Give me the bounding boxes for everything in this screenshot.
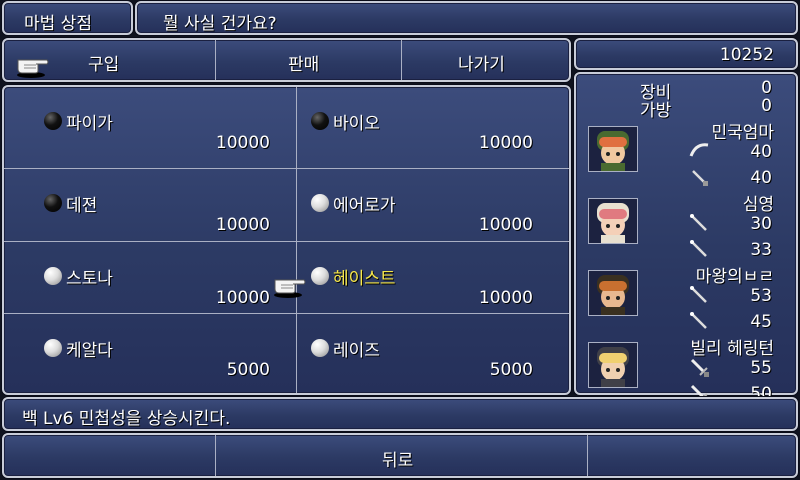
item-slot[interactable]: 케알다 5000	[4, 314, 296, 386]
description-window: 백 Lv6 민첩성을 상승시킨다.	[2, 397, 798, 431]
sell-button[interactable]: 판매	[216, 40, 401, 80]
item-slot[interactable]: 데젼 10000	[4, 169, 296, 241]
selection-cursor-icon	[274, 279, 306, 298]
item-slot[interactable]: 레이즈 5000	[297, 314, 567, 386]
item-name: 파이가	[66, 114, 113, 134]
item-name: 바이오	[333, 114, 380, 134]
white-magic-orb-icon	[44, 339, 62, 357]
black-magic-orb-icon	[44, 112, 62, 130]
bag-count: 0	[761, 96, 772, 116]
command-menu: 구입 판매 나가기	[2, 38, 571, 82]
bottom-bar: 뒤로	[2, 433, 798, 478]
party-panel: 장비 0 가방 0 민국엄마 40 40 심영 30 33 마왕의ㅂㄹ 53 45 빌리 헤링턴 5…	[574, 72, 798, 404]
buy-button[interactable]: 구입	[4, 40, 215, 80]
item-price: 5000	[489, 360, 533, 380]
shop-name-window: 마법 상점	[2, 1, 133, 35]
white-magic-orb-icon	[311, 267, 329, 285]
boomerang-icon	[689, 143, 709, 157]
character-name: 민국엄마	[711, 123, 774, 143]
bag-label: 가방	[640, 101, 672, 121]
stat-value: 30	[750, 214, 772, 234]
exit-label: 나가기	[458, 55, 505, 75]
white-magic-orb-icon	[311, 194, 329, 212]
item-description: 백 Lv6 민첩성을 상승시킨다.	[22, 409, 231, 429]
divider	[587, 435, 588, 476]
back-button[interactable]: 뒤로	[216, 435, 587, 476]
sword-icon	[690, 358, 709, 377]
stat-value: 33	[750, 240, 772, 260]
stat-value: 55	[750, 358, 772, 378]
character-portrait	[588, 270, 638, 316]
item-name: 에어로가	[333, 196, 396, 216]
buy-label: 구입	[88, 55, 120, 75]
item-slot[interactable]: 스토나 10000	[4, 242, 296, 314]
item-name: 레이즈	[333, 341, 380, 361]
item-slot[interactable]: 헤이스트 10000	[274, 242, 567, 314]
character-portrait	[588, 342, 638, 388]
dagger-icon	[692, 170, 708, 186]
item-name: 데젼	[66, 196, 98, 216]
stat-value: 45	[750, 312, 772, 332]
gil-amount: 10252	[719, 45, 774, 65]
rod-icon	[690, 214, 707, 231]
item-slot[interactable]: 에어로가 10000	[297, 169, 567, 241]
item-price: 5000	[226, 360, 270, 380]
stat-value: 40	[750, 142, 772, 162]
shop-name: 마법 상점	[24, 14, 92, 34]
equip-count: 0	[761, 78, 772, 98]
item-price: 10000	[478, 215, 533, 235]
prompt-text: 뭘 사실 건가요?	[163, 14, 277, 34]
white-magic-orb-icon	[44, 267, 62, 285]
black-magic-orb-icon	[44, 194, 62, 212]
character-portrait	[588, 198, 638, 244]
exit-button[interactable]: 나가기	[402, 40, 569, 80]
item-name: 케알다	[66, 341, 113, 361]
item-price: 10000	[215, 215, 270, 235]
sell-label: 판매	[288, 55, 320, 75]
black-magic-orb-icon	[311, 112, 329, 130]
stat-value: 40	[750, 168, 772, 188]
back-label: 뒤로	[382, 451, 414, 471]
item-price: 10000	[478, 133, 533, 153]
item-name: 스토나	[66, 269, 113, 289]
character-name: 심영	[742, 195, 774, 215]
stat-value: 53	[750, 286, 772, 306]
rod-icon	[690, 240, 707, 257]
item-price: 10000	[478, 288, 533, 308]
character-portrait	[588, 126, 638, 172]
item-name: 헤이스트	[333, 269, 396, 289]
item-price: 10000	[215, 288, 270, 308]
rod-icon	[690, 312, 707, 329]
item-slot[interactable]: 파이가 10000	[4, 87, 296, 159]
item-slot[interactable]: 바이오 10000	[297, 87, 567, 159]
white-magic-orb-icon	[311, 339, 329, 357]
prompt-window: 뭘 사실 건가요?	[135, 1, 798, 35]
item-list: 파이가 10000 바이오 10000 데젼 10000 에어로가 10000 스토나 10000…	[2, 85, 571, 395]
item-price: 10000	[215, 133, 270, 153]
gil-window: 10252	[574, 38, 798, 70]
rod-icon	[690, 286, 707, 303]
